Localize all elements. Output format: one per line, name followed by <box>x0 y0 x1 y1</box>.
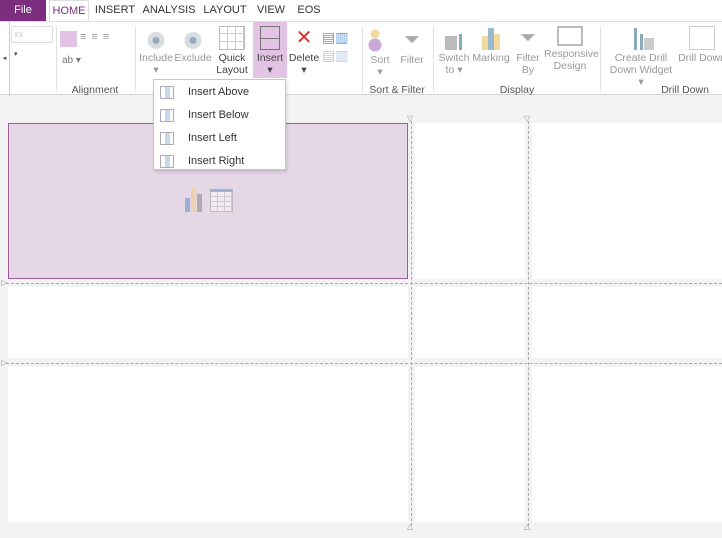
layout-cell[interactable] <box>8 367 408 522</box>
text-orientation-icon[interactable]: ab ▾ <box>62 55 81 66</box>
group-alignment-label: Alignment <box>71 84 119 96</box>
menu-item-label: Insert Above <box>188 86 250 98</box>
include-button[interactable]: Include ▾ <box>138 26 174 76</box>
group-display-label: Display <box>499 84 535 96</box>
switch-icon <box>441 26 467 50</box>
layout-cell[interactable] <box>415 367 525 522</box>
align-buttons[interactable]: ≡≡≡ <box>80 31 136 47</box>
ribbon: ◂ xx ▾ ≡≡≡ ab ▾ Alignment Include ▾ Exclu… <box>0 21 722 96</box>
layout-cell[interactable] <box>415 287 525 358</box>
splitter-handle-icon[interactable]: △ <box>524 522 530 531</box>
sort-icon <box>367 28 393 52</box>
tab-file[interactable]: File <box>0 0 46 21</box>
layout-cell[interactable] <box>532 123 722 279</box>
menu-item-label: Insert Left <box>188 132 237 144</box>
menu-item-insert-below[interactable]: Insert Below <box>154 104 285 126</box>
font-size-input[interactable]: xx <box>11 26 53 43</box>
grid-layout-icon <box>219 26 245 50</box>
dropdown-arrow-icon[interactable]: ▾ <box>14 50 18 58</box>
layout-cell[interactable] <box>415 123 525 279</box>
menu-item-insert-left[interactable]: Insert Left <box>154 127 285 149</box>
tab-view[interactable]: VIEW <box>254 0 288 21</box>
column-splitter[interactable] <box>528 121 529 526</box>
splitter-handle-icon[interactable]: ▷ <box>1 358 7 367</box>
tab-analysis[interactable]: ANALYSIS <box>141 0 197 21</box>
drill-down-button[interactable]: Drill Down <box>676 26 722 64</box>
drill-down-icon <box>689 26 715 50</box>
group-drill-down-label: Drill Down <box>661 84 709 96</box>
splitter-handle-icon[interactable]: ▽ <box>407 114 413 123</box>
eye-slash-icon <box>180 26 206 50</box>
devices-icon <box>557 26 583 46</box>
row-splitter[interactable] <box>6 363 722 364</box>
group-sort-filter-label: Sort & Filter <box>369 84 425 96</box>
drill-widget-icon <box>628 26 654 50</box>
sort-button[interactable]: Sort ▾ <box>366 28 394 78</box>
tab-eos[interactable]: EOS <box>294 0 324 21</box>
row-splitter[interactable] <box>6 283 722 284</box>
ribbon-scroll-left[interactable]: ◂ <box>0 22 10 96</box>
insert-above-icon <box>160 85 174 99</box>
insert-dropdown-menu: Insert Above Insert Below Insert Left In… <box>153 79 286 170</box>
menu-item-label: Insert Below <box>188 109 249 121</box>
layout-cell[interactable] <box>532 287 722 358</box>
menu-item-label: Insert Right <box>188 155 245 167</box>
row-column-buttons[interactable]: ▤▥ ▤▥ <box>322 28 354 64</box>
layout-cell[interactable] <box>532 367 722 522</box>
insert-below-icon <box>160 108 174 122</box>
column-splitter[interactable] <box>411 121 412 526</box>
splitter-handle-icon[interactable]: △ <box>407 522 413 531</box>
insert-cells-icon <box>260 26 280 50</box>
menu-item-insert-above[interactable]: Insert Above <box>154 81 285 103</box>
responsive-design-button[interactable]: Responsive Design <box>544 26 599 72</box>
menu-item-insert-right[interactable]: Insert Right <box>154 150 285 172</box>
layout-cell[interactable] <box>8 287 408 358</box>
splitter-handle-icon[interactable]: ▽ <box>524 114 530 123</box>
tab-insert[interactable]: INSERT <box>93 0 137 21</box>
ribbon-tabs: File HOME INSERT ANALYSIS LAYOUT VIEW EO… <box>0 0 722 21</box>
delete-cells-icon: ✕ <box>295 27 313 49</box>
filter-button[interactable]: ⏷ Filter <box>396 28 428 66</box>
splitter-handle-icon[interactable]: ▷ <box>1 278 7 287</box>
eye-icon <box>143 26 169 50</box>
switch-to-button[interactable]: Switch to ▾ <box>437 26 471 76</box>
bar-chart-icon <box>478 26 504 50</box>
align-left-button[interactable] <box>60 31 77 47</box>
funnel-icon: ⏷ <box>404 29 420 51</box>
marking-button[interactable]: Marking <box>472 26 510 64</box>
create-drill-down-widget-button[interactable]: Create Drill Down Widget ▾ <box>606 26 676 88</box>
delete-button[interactable]: ✕ Delete ▾ <box>288 26 320 76</box>
insert-button[interactable]: Insert ▾ <box>253 22 287 78</box>
tab-home[interactable]: HOME <box>49 0 89 21</box>
insert-left-icon <box>160 131 174 145</box>
filter-by-button[interactable]: ⏷ Filter By <box>512 26 544 76</box>
exclude-button[interactable]: Exclude <box>174 26 212 64</box>
tab-layout[interactable]: LAYOUT <box>202 0 248 21</box>
widget-placeholder-icon <box>185 188 235 212</box>
funnel-icon: ⏷ <box>520 27 536 49</box>
insert-right-icon <box>160 154 174 168</box>
